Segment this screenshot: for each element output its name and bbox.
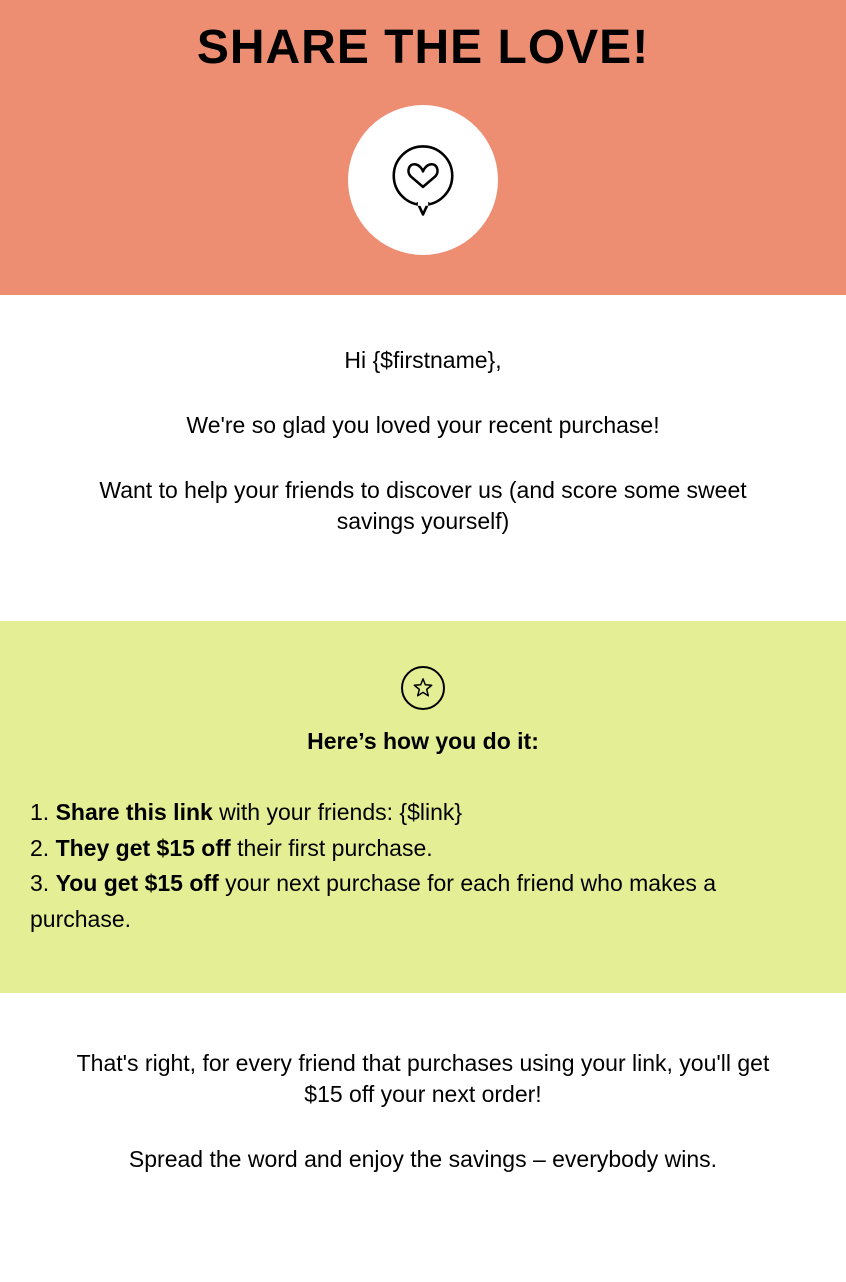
outro-line-2: Spread the word and enjoy the savings – …: [60, 1144, 786, 1175]
intro-section: Hi {$firstname}, We're so glad you loved…: [0, 295, 846, 621]
hero-icon-circle: [348, 105, 498, 255]
step-3: 3. You get $15 off your next purchase fo…: [30, 866, 816, 937]
email-page: SHARE THE LOVE! Hi {$firstname}, We're s…: [0, 0, 846, 1219]
greeting-text: Hi {$firstname},: [60, 345, 786, 376]
outro-line-1: That's right, for every friend that purc…: [60, 1048, 786, 1110]
howto-heading: Here’s how you do it:: [30, 728, 816, 755]
howto-section: Here’s how you do it: 1. Share this link…: [0, 621, 846, 993]
intro-line-2: Want to help your friends to discover us…: [60, 475, 786, 537]
hero-section: SHARE THE LOVE!: [0, 0, 846, 295]
hero-title: SHARE THE LOVE!: [20, 20, 826, 75]
step-2: 2. They get $15 off their first purchase…: [30, 831, 816, 867]
intro-line-1: We're so glad you loved your recent purc…: [60, 410, 786, 441]
star-icon-wrap: [30, 666, 816, 710]
heart-speech-icon: [380, 137, 466, 223]
outro-section: That's right, for every friend that purc…: [0, 993, 846, 1219]
steps-list: 1. Share this link with your friends: {$…: [30, 795, 816, 938]
star-icon: [401, 666, 445, 710]
step-1: 1. Share this link with your friends: {$…: [30, 795, 816, 831]
